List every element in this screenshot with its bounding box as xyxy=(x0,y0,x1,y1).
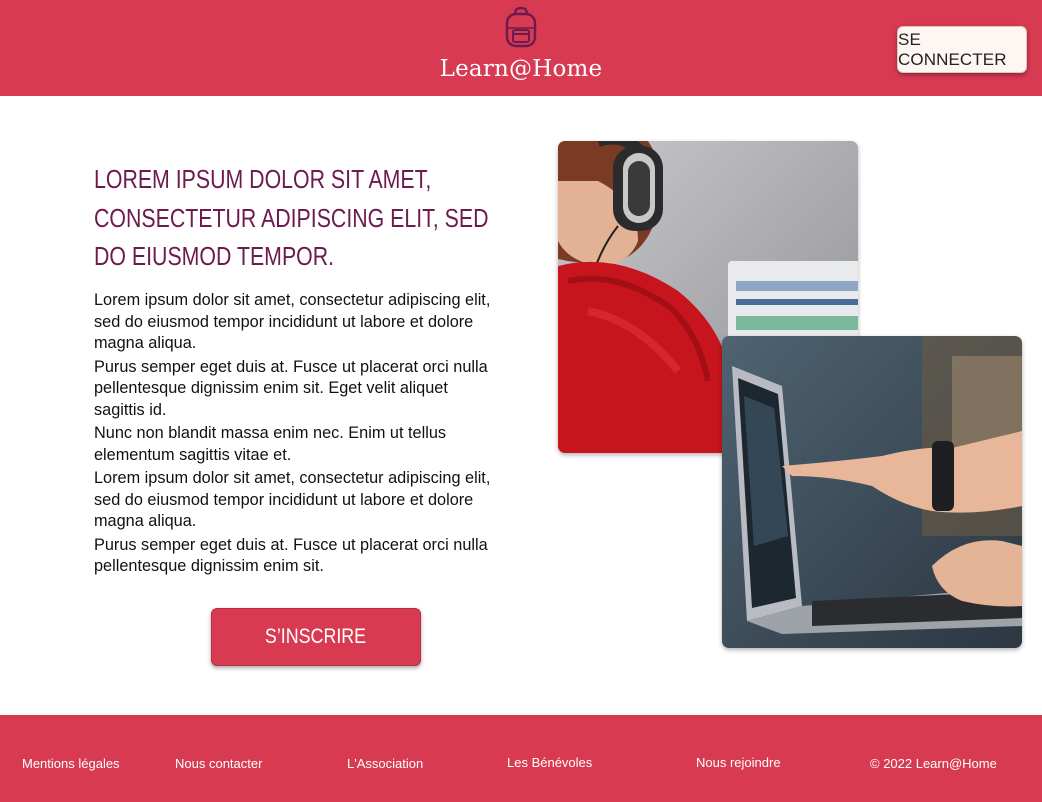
footer-link-contact[interactable]: Nous contacter xyxy=(175,756,262,771)
hero-paragraph: Lorem ipsum dolor sit amet, consectetur … xyxy=(94,291,491,352)
signup-button-label: S’INSCRIRE xyxy=(265,625,367,648)
hero-text: Lorem ipsum dolor sit amet, consectetur … xyxy=(94,290,494,580)
footer-link-volunteers[interactable]: Les Bénévoles xyxy=(507,755,592,770)
backpack-icon xyxy=(501,6,541,50)
footer-link-join[interactable]: Nous rejoindre xyxy=(696,755,781,770)
site-header: Learn@Home SE CONNECTER xyxy=(0,0,1042,96)
hero-paragraph: Purus semper eget duis at. Fusce ut plac… xyxy=(94,357,488,419)
copyright: © 2022 Learn@Home xyxy=(870,756,997,771)
hero-paragraph: Purus semper eget duis at. Fusce ut plac… xyxy=(94,535,488,576)
footer-link-association[interactable]: L'Association xyxy=(347,756,423,771)
brand-name[interactable]: Learn@Home xyxy=(0,56,1042,82)
footer-link-legal[interactable]: Mentions légales xyxy=(22,756,120,771)
logo[interactable] xyxy=(0,6,1042,55)
site-footer: Mentions légales Nous contacter L'Associ… xyxy=(0,715,1042,802)
hero-paragraph: Lorem ipsum dolor sit amet, consectetur … xyxy=(94,469,491,530)
laptop-pointing-photo xyxy=(722,336,1022,648)
hero-paragraph: Nunc non blandit massa enim nec. Enim ut… xyxy=(94,424,447,464)
signup-button[interactable]: S’INSCRIRE xyxy=(211,608,421,666)
hero-title: LOREM IPSUM DOLOR SIT AMET, CONSECTETUR … xyxy=(94,164,489,271)
login-button[interactable]: SE CONNECTER xyxy=(897,26,1027,73)
